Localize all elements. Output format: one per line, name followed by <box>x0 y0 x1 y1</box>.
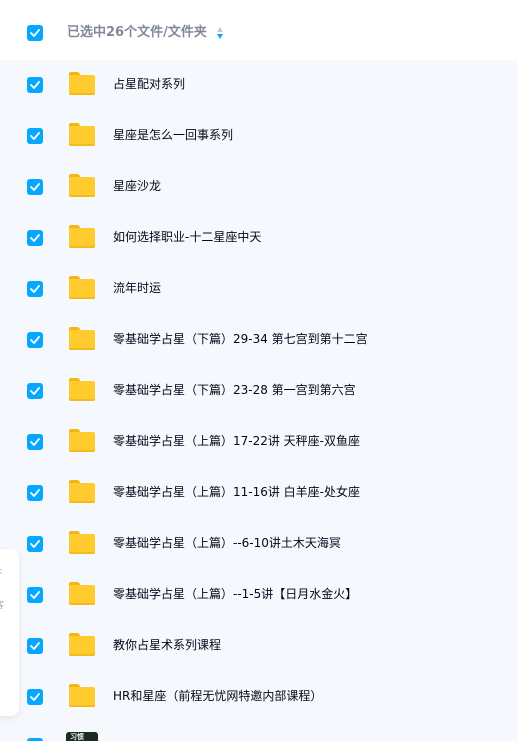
side-panel-glyph: 客 <box>0 601 4 611</box>
row-checkbox[interactable] <box>27 689 43 705</box>
row-checkbox[interactable] <box>27 230 43 246</box>
folder-icon <box>69 72 95 96</box>
list-item[interactable]: 零基础学占星（下篇）23-28 第一宫到第六宫 <box>0 366 517 417</box>
folder-icon <box>69 633 95 657</box>
file-name[interactable]: HR和星座（前程无忧网特邀内部课程） <box>113 688 322 705</box>
file-thumbnail: 习惯 <box>66 732 98 741</box>
folder-icon <box>69 531 95 555</box>
row-checkbox[interactable] <box>27 587 43 603</box>
check-icon <box>30 387 40 395</box>
folder-icon <box>69 582 95 606</box>
side-float-panel[interactable]: < 客 <box>0 549 19 716</box>
row-checkbox[interactable] <box>27 77 43 93</box>
check-icon <box>30 183 40 191</box>
folder-icon <box>69 225 95 249</box>
check-icon <box>30 489 40 497</box>
list-item[interactable]: 占星配对系列 <box>0 60 517 111</box>
file-name[interactable]: 教你占星术系列课程 <box>113 637 221 654</box>
check-icon <box>30 285 40 293</box>
row-checkbox[interactable] <box>27 536 43 552</box>
list-item[interactable]: HR和星座（前程无忧网特邀内部课程） <box>0 672 517 723</box>
check-icon <box>30 336 40 344</box>
list-item[interactable]: 星座是怎么一回事系列 <box>0 111 517 162</box>
folder-icon <box>69 480 95 504</box>
file-name[interactable]: 如何选择职业-十二星座中天 <box>113 229 261 246</box>
list-item-partial[interactable]: 习惯 <box>0 729 517 741</box>
folder-icon <box>69 276 95 300</box>
thumbnail-text: 习惯 <box>70 733 84 741</box>
file-name[interactable]: 流年时运 <box>113 280 161 297</box>
check-icon <box>30 540 40 548</box>
row-checkbox[interactable] <box>27 281 43 297</box>
list-item[interactable]: 零基础学占星（下篇）29-34 第七宫到第十二宫 <box>0 315 517 366</box>
check-icon <box>30 234 40 242</box>
list-item[interactable]: 零基础学占星（上篇）--6-10讲土木天海冥 <box>0 519 517 570</box>
side-panel-glyph: < <box>0 567 3 577</box>
check-icon <box>30 642 40 650</box>
row-checkbox[interactable] <box>27 332 43 348</box>
list-item[interactable]: 流年时运 <box>0 264 517 315</box>
check-icon <box>30 132 40 140</box>
file-name[interactable]: 星座是怎么一回事系列 <box>113 127 233 144</box>
file-name[interactable]: 零基础学占星（上篇）11-16讲 白羊座-处女座 <box>113 484 360 501</box>
folder-icon <box>69 174 95 198</box>
check-icon <box>30 591 40 599</box>
file-name[interactable]: 零基础学占星（上篇）--6-10讲土木天海冥 <box>113 535 341 552</box>
folder-icon <box>69 684 95 708</box>
folder-icon <box>69 123 95 147</box>
selection-count-text: 已选中26个文件/文件夹 <box>67 25 207 40</box>
list-item[interactable]: 零基础学占星（上篇）--1-5讲【日月水金火】 <box>0 570 517 621</box>
file-name[interactable]: 零基础学占星（上篇）17-22讲 天秤座-双鱼座 <box>113 433 360 450</box>
folder-icon <box>69 429 95 453</box>
folder-icon <box>69 378 95 402</box>
file-list: 占星配对系列星座是怎么一回事系列 星座沙龙如何选择职业-十二星座中天 流年时运零基础… <box>0 60 517 741</box>
list-item[interactable]: 星座沙龙 <box>0 162 517 213</box>
file-name[interactable]: 占星配对系列 <box>113 76 185 93</box>
row-checkbox[interactable] <box>27 179 43 195</box>
list-item[interactable]: 零基础学占星（上篇）11-16讲 白羊座-处女座 <box>0 468 517 519</box>
list-header: 已选中26个文件/文件夹 <box>0 0 517 66</box>
list-item[interactable]: 教你占星术系列课程 <box>0 621 517 672</box>
file-name[interactable]: 零基础学占星（上篇）--1-5讲【日月水金火】 <box>113 586 357 603</box>
check-icon <box>30 438 40 446</box>
row-checkbox[interactable] <box>27 638 43 654</box>
row-checkbox[interactable] <box>27 485 43 501</box>
select-all-checkbox[interactable] <box>27 25 43 41</box>
file-name[interactable]: 零基础学占星（下篇）23-28 第一宫到第六宫 <box>113 382 356 399</box>
file-name[interactable]: 零基础学占星（下篇）29-34 第七宫到第十二宫 <box>113 331 368 348</box>
list-item[interactable]: 零基础学占星（上篇）17-22讲 天秤座-双鱼座 <box>0 417 517 468</box>
check-icon <box>30 29 40 37</box>
check-icon <box>30 81 40 89</box>
row-checkbox[interactable] <box>27 434 43 450</box>
row-checkbox[interactable] <box>27 128 43 144</box>
row-checkbox[interactable] <box>27 383 43 399</box>
sort-icon[interactable] <box>215 26 225 40</box>
file-name[interactable]: 星座沙龙 <box>113 178 161 195</box>
folder-icon <box>69 327 95 351</box>
check-icon <box>30 693 40 701</box>
selection-count-label: 已选中26个文件/文件夹 <box>67 24 225 42</box>
list-item[interactable]: 如何选择职业-十二星座中天 <box>0 213 517 264</box>
